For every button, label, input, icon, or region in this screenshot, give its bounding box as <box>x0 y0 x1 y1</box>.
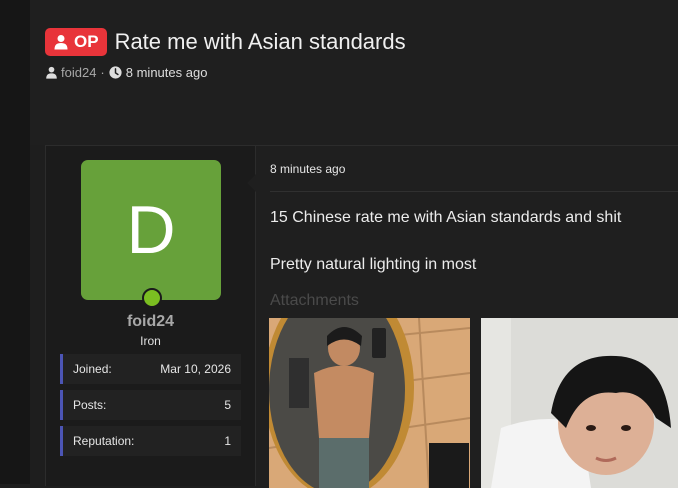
attachment-photo <box>269 318 470 488</box>
post-body-line: Pretty natural lighting in most <box>270 256 477 273</box>
username-link[interactable]: foid24 <box>46 313 255 331</box>
stat-label: Posts: <box>73 398 107 412</box>
online-indicator <box>142 288 162 308</box>
clock-icon <box>109 66 122 79</box>
thread-time[interactable]: 8 minutes ago <box>126 65 208 80</box>
thread-title: Rate me with Asian standards <box>114 29 406 54</box>
thread-author-link[interactable]: foid24 <box>61 65 96 80</box>
avatar-letter: D <box>126 192 176 268</box>
post-body-line: 15 Chinese rate me with Asian standards … <box>270 209 622 226</box>
post-divider <box>270 191 678 192</box>
user-icon <box>54 35 68 50</box>
user-icon <box>46 66 57 79</box>
left-sidebar-strip <box>0 0 30 484</box>
stat-value: Mar 10, 2026 <box>160 362 231 376</box>
op-badge: OP <box>45 28 107 56</box>
attachment-photo <box>481 318 678 488</box>
stat-joined: Joined: Mar 10, 2026 <box>60 354 241 384</box>
avatar[interactable]: D <box>81 160 221 300</box>
thread-meta: foid24 · 8 minutes ago <box>45 65 207 80</box>
attachment-thumbnail[interactable] <box>481 318 678 488</box>
user-stats: Joined: Mar 10, 2026 Posts: 5 Reputation… <box>60 354 241 462</box>
post: D foid24 Iron Joined: Mar 10, 2026 Posts… <box>45 145 678 488</box>
stat-posts: Posts: 5 <box>60 390 241 420</box>
stat-value: 5 <box>224 398 231 412</box>
attachment-thumbnail[interactable] <box>269 318 470 488</box>
thread-title-row: OP Rate me with Asian standards <box>45 28 406 56</box>
post-user-panel: D foid24 Iron Joined: Mar 10, 2026 Posts… <box>46 146 255 486</box>
user-rank: Iron <box>140 334 161 348</box>
stat-value: 1 <box>224 434 231 448</box>
post-arrow <box>247 174 256 192</box>
stat-reputation: Reputation: 1 <box>60 426 241 456</box>
post-content: 8 minutes ago 15 Chinese rate me with As… <box>247 146 678 488</box>
meta-separator: · <box>100 65 105 80</box>
post-time-link[interactable]: 8 minutes ago <box>270 162 345 176</box>
attachments-heading: Attachments <box>270 292 359 309</box>
op-badge-label: OP <box>74 32 99 51</box>
stat-label: Joined: <box>73 362 112 376</box>
stat-label: Reputation: <box>73 434 135 448</box>
